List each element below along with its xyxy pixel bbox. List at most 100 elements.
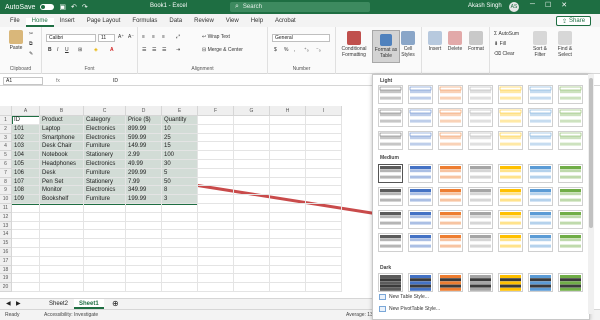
cell-b14[interactable] — [40, 230, 84, 240]
cell-a12[interactable] — [12, 212, 40, 222]
cell-i16[interactable] — [306, 248, 342, 257]
cell-h9[interactable] — [270, 186, 306, 196]
cell-c18[interactable] — [84, 265, 126, 275]
fx-icon[interactable]: fx — [56, 78, 60, 84]
cell-g19[interactable] — [234, 274, 270, 284]
new-pivot-style-item[interactable]: New PivotTable Style... — [379, 306, 440, 312]
cell-g6[interactable] — [234, 160, 270, 169]
cell-g12[interactable] — [234, 212, 270, 222]
cell-d17[interactable] — [126, 256, 162, 266]
table-style-swatch[interactable] — [528, 164, 553, 183]
align-right-icon[interactable]: ☰ — [162, 47, 166, 53]
tab-file[interactable]: File — [4, 18, 26, 27]
cell-g17[interactable] — [234, 256, 270, 266]
restore-icon[interactable]: ☐ — [545, 1, 551, 9]
table-style-swatch[interactable] — [438, 131, 463, 150]
row-header-4[interactable]: 4 — [0, 142, 12, 152]
cell-f8[interactable] — [198, 177, 234, 187]
prev-sheet-icon[interactable]: ◀ — [6, 300, 11, 307]
table-style-swatch[interactable] — [378, 164, 403, 183]
table-style-swatch[interactable] — [378, 85, 403, 104]
cell-h10[interactable] — [270, 195, 306, 204]
table-style-swatch[interactable] — [378, 108, 403, 127]
cell-g8[interactable] — [234, 177, 270, 187]
cell-e5[interactable]: 100 — [162, 151, 198, 160]
cell-c20[interactable] — [84, 283, 126, 292]
cell-c7[interactable]: Furniture — [84, 168, 126, 178]
cell-d2[interactable]: 899.99 — [126, 124, 162, 134]
row-header-16[interactable]: 16 — [0, 248, 12, 257]
cell-i19[interactable] — [306, 274, 342, 284]
indent-icon[interactable]: ⇥ — [176, 47, 180, 53]
cell-f14[interactable] — [198, 230, 234, 240]
cell-c16[interactable] — [84, 248, 126, 257]
row-header-6[interactable]: 6 — [0, 160, 12, 169]
gallery-scroll-thumb[interactable] — [589, 78, 593, 228]
cell-d15[interactable] — [126, 239, 162, 248]
cell-a7[interactable]: 106 — [12, 168, 40, 178]
row-header-7[interactable]: 7 — [0, 168, 12, 178]
table-style-swatch[interactable] — [378, 187, 403, 206]
cell-b2[interactable]: Laptop — [40, 124, 84, 134]
table-style-swatch[interactable] — [468, 85, 493, 104]
row-header-11[interactable]: 11 — [0, 204, 12, 213]
table-style-swatch[interactable] — [438, 233, 463, 252]
table-style-swatch[interactable] — [528, 273, 553, 292]
share-button[interactable]: ⇪ Share — [556, 16, 592, 26]
cell-f18[interactable] — [198, 265, 234, 275]
table-style-swatch[interactable] — [408, 85, 433, 104]
search-box[interactable]: ⌕ Search — [230, 2, 370, 12]
cell-i8[interactable] — [306, 177, 342, 187]
cell-h17[interactable] — [270, 256, 306, 266]
table-style-swatch[interactable] — [528, 131, 553, 150]
cell-c9[interactable]: Electronics — [84, 186, 126, 196]
table-style-swatch[interactable] — [408, 108, 433, 127]
cell-b11[interactable] — [40, 204, 84, 213]
sort-filter-button[interactable]: Sort & Filter — [530, 31, 550, 58]
cell-d1[interactable]: Price ($) — [126, 116, 162, 125]
cell-g14[interactable] — [234, 230, 270, 240]
cell-d5[interactable]: 2.99 — [126, 151, 162, 160]
column-header-c[interactable]: C — [84, 106, 126, 116]
align-left-icon[interactable]: ☰ — [142, 47, 146, 53]
tab-view[interactable]: View — [220, 18, 245, 27]
cell-e9[interactable]: 8 — [162, 186, 198, 196]
grow-font-icon[interactable]: A⁺ — [118, 34, 124, 40]
table-style-swatch[interactable] — [528, 108, 553, 127]
cell-f1[interactable] — [198, 116, 234, 125]
cell-a9[interactable]: 108 — [12, 186, 40, 196]
cell-g11[interactable] — [234, 204, 270, 213]
cell-b5[interactable]: Notebook — [40, 151, 84, 160]
cell-a3[interactable]: 102 — [12, 133, 40, 143]
cell-e15[interactable] — [162, 239, 198, 248]
row-header-3[interactable]: 3 — [0, 133, 12, 143]
paste-button[interactable]: Paste — [5, 30, 27, 51]
table-style-swatch[interactable] — [408, 273, 433, 292]
tab-page-layout[interactable]: Page Layout — [81, 18, 127, 27]
cell-i5[interactable] — [306, 151, 342, 160]
decrease-decimal-icon[interactable]: ⁻₀ — [316, 47, 321, 53]
cell-i9[interactable] — [306, 186, 342, 196]
undo-icon[interactable]: ↶ — [71, 3, 77, 11]
table-style-swatch[interactable] — [438, 85, 463, 104]
merge-center-button[interactable]: ⊟ Merge & Center — [202, 47, 243, 53]
cell-d6[interactable]: 49.99 — [126, 160, 162, 169]
table-style-swatch[interactable] — [378, 210, 403, 229]
cell-d14[interactable] — [126, 230, 162, 240]
row-header-18[interactable]: 18 — [0, 265, 12, 275]
cell-i20[interactable] — [306, 283, 342, 292]
cell-g1[interactable] — [234, 116, 270, 125]
cell-e7[interactable]: 5 — [162, 168, 198, 178]
cell-g3[interactable] — [234, 133, 270, 143]
save-icon[interactable]: ▣ — [59, 3, 66, 11]
table-style-swatch[interactable] — [528, 187, 553, 206]
accessibility-status[interactable]: Accessibility: Investigate — [44, 312, 98, 318]
table-style-swatch[interactable] — [438, 273, 463, 292]
table-style-swatch[interactable] — [558, 210, 583, 229]
table-style-swatch[interactable] — [498, 85, 523, 104]
cell-a19[interactable] — [12, 274, 40, 284]
cell-f7[interactable] — [198, 168, 234, 178]
cell-g15[interactable] — [234, 239, 270, 248]
sheet-tab-sheet2[interactable]: Sheet2 — [44, 299, 73, 309]
cell-i13[interactable] — [306, 221, 342, 231]
